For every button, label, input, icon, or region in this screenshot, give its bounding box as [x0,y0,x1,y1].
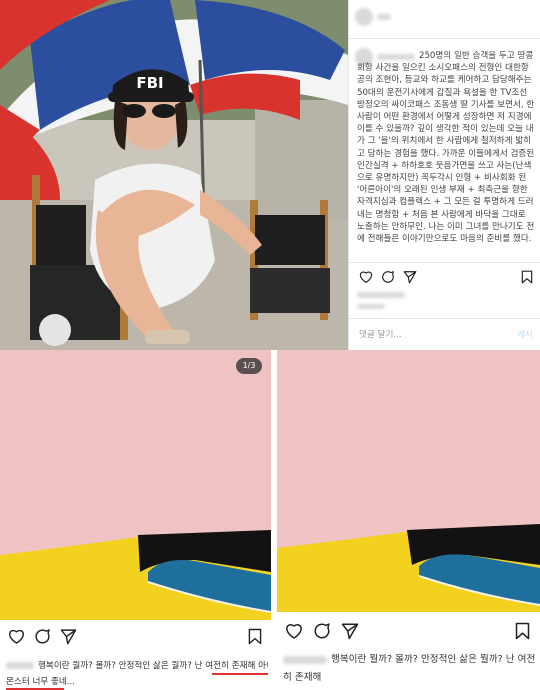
comment-input[interactable]: 댓글 달기... [359,328,402,340]
painting-illustration [277,350,540,612]
post-comment-button[interactable]: 게시 [517,328,533,340]
post-side-panel: 250명의 일반 승객을 두고 땅콩회항 사건을 일으킨 소시오패스의 전형인 … [348,0,540,350]
post-photo: FBI [0,0,348,350]
share-icon[interactable] [403,270,417,284]
heart-icon[interactable] [285,622,303,639]
divider [349,38,540,39]
caption-container: 250명의 일반 승객을 두고 땅콩회항 사건을 일으킨 소시오패스의 전형인 … [357,50,535,268]
caption-line-1: 행복이란 뭘까? 몰까? 안정적인 삶은 뭘까? 난 여전 [331,654,536,665]
photo-illustration: FBI [0,0,348,350]
date-blurred [357,304,385,309]
caption-line-1: 행복이란 뭘까? 몰까? 안정적인 삶은 뭘까? 난 여전히 존재해 아이린슬기 [38,661,268,671]
caption-line-2: 히 존재해 [283,672,322,683]
username-blurred[interactable] [377,14,391,20]
avatar-blurred[interactable] [355,8,373,26]
username-blurred[interactable] [283,656,327,664]
bookmark-icon[interactable] [515,622,530,640]
comment-icon[interactable] [381,270,395,284]
heart-icon[interactable] [8,628,25,644]
right-post: 행복이란 뭘까? 몰까? 안정적인 삶은 뭘까? 난 여전 히 존재해 [277,350,540,690]
heart-icon[interactable] [359,270,373,283]
painting-image[interactable] [277,350,540,612]
username-blurred[interactable] [6,662,34,669]
comment-icon[interactable] [313,622,331,640]
bookmark-icon[interactable] [521,270,533,284]
cap-label: FBI [136,74,163,92]
bookmark-icon[interactable] [248,628,262,645]
divider [349,262,540,263]
share-icon[interactable] [341,622,359,640]
painting-image[interactable] [0,350,271,620]
left-post: 1/3 행복이란 뭘까? 몰까? 안정적인 삶은 뭘까? 난 여전히 존재해 아… [0,350,271,690]
caption-text: 250명의 일반 승객을 두고 땅콩회항 사건을 일으킨 소시오패스의 전형인 … [357,51,535,245]
painting-illustration [0,350,271,620]
divider [349,318,540,319]
red-underline [212,673,268,675]
carousel-counter: 1/3 [236,358,262,374]
comment-icon[interactable] [34,628,51,645]
likes-blurred [357,292,405,298]
share-icon[interactable] [60,628,77,645]
